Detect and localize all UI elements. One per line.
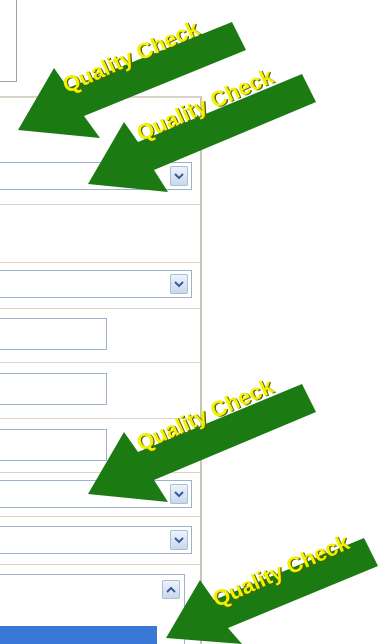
chevron-up-icon[interactable]	[162, 580, 180, 599]
row-divider	[0, 362, 200, 363]
top-text-area[interactable]	[0, 0, 17, 82]
chevron-down-icon[interactable]	[170, 484, 188, 504]
dropdown-select-3[interactable]	[0, 480, 192, 508]
text-field-2[interactable]	[0, 373, 107, 405]
row-divider	[0, 472, 200, 473]
annotation-label-4: Quality Check	[208, 529, 353, 612]
list-box[interactable]	[0, 574, 185, 644]
row-divider	[0, 262, 200, 263]
text-field-3[interactable]	[0, 429, 107, 461]
text-field-1[interactable]	[0, 318, 107, 350]
chevron-down-icon[interactable]	[170, 530, 188, 550]
dropdown-select-4[interactable]	[0, 526, 192, 554]
form-panel	[0, 96, 202, 644]
chevron-down-icon[interactable]	[170, 166, 188, 186]
row-divider	[0, 204, 200, 205]
row-divider	[0, 516, 200, 517]
row-divider	[0, 308, 200, 309]
row-divider	[0, 564, 200, 565]
screenshot-page: Quality Check Quality Check Quality Chec…	[0, 0, 392, 644]
dropdown-select-1[interactable]	[0, 162, 192, 190]
annotation-label-1: Quality Check	[58, 15, 203, 98]
chevron-down-icon[interactable]	[170, 274, 188, 294]
dropdown-select-2[interactable]	[0, 270, 192, 298]
list-item-selected[interactable]	[0, 626, 157, 644]
